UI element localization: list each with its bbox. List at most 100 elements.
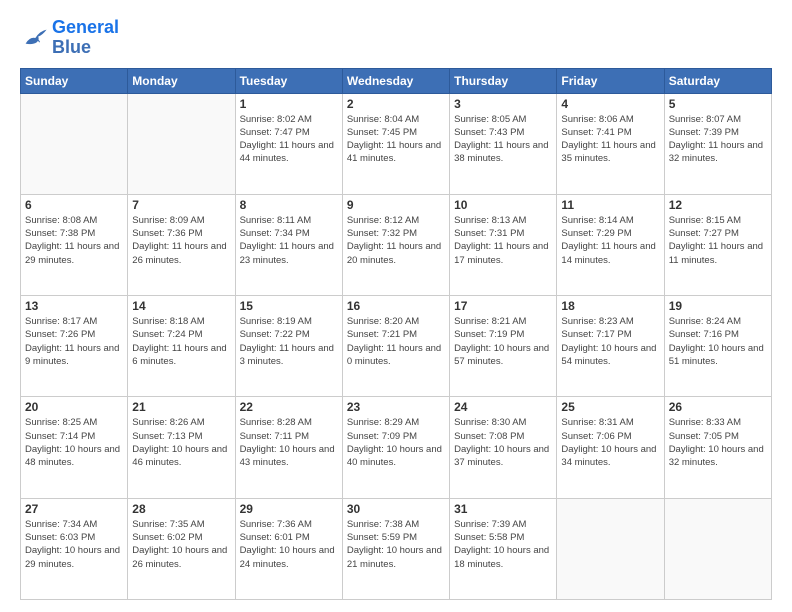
- day-info: Sunrise: 8:08 AM Sunset: 7:38 PM Dayligh…: [25, 214, 123, 267]
- day-info: Sunrise: 7:35 AM Sunset: 6:02 PM Dayligh…: [132, 518, 230, 571]
- calendar-cell: 7 Sunrise: 8:09 AM Sunset: 7:36 PM Daylig…: [128, 194, 235, 295]
- weekday-header: Saturday: [664, 68, 771, 93]
- day-number: 25: [561, 400, 659, 414]
- calendar-cell: 22 Sunrise: 8:28 AM Sunset: 7:11 PM Dayli…: [235, 397, 342, 498]
- day-number: 13: [25, 299, 123, 313]
- logo-bird-icon: [20, 24, 48, 52]
- calendar-cell: 23 Sunrise: 8:29 AM Sunset: 7:09 PM Dayli…: [342, 397, 449, 498]
- day-number: 7: [132, 198, 230, 212]
- calendar-cell: [21, 93, 128, 194]
- calendar-cell: 17Sunrise: 8:21 AM Sunset: 7:19 PM Dayli…: [450, 296, 557, 397]
- calendar-cell: 27 Sunrise: 7:34 AM Sunset: 6:03 PM Dayli…: [21, 498, 128, 599]
- day-number: 1: [240, 97, 338, 111]
- calendar-cell: 9 Sunrise: 8:12 AM Sunset: 7:32 PM Daylig…: [342, 194, 449, 295]
- day-number: 14: [132, 299, 230, 313]
- day-number: 29: [240, 502, 338, 516]
- day-info: Sunrise: 8:05 AM Sunset: 7:43 PM Dayligh…: [454, 113, 552, 166]
- calendar-cell: 20 Sunrise: 8:25 AM Sunset: 7:14 PM Dayli…: [21, 397, 128, 498]
- day-info: Sunrise: 8:02 AM Sunset: 7:47 PM Dayligh…: [240, 113, 338, 166]
- calendar-cell: 26 Sunrise: 8:33 AM Sunset: 7:05 PM Dayli…: [664, 397, 771, 498]
- weekday-header: Friday: [557, 68, 664, 93]
- calendar-cell: 30 Sunrise: 7:38 AM Sunset: 5:59 PM Dayli…: [342, 498, 449, 599]
- weekday-header: Tuesday: [235, 68, 342, 93]
- day-info: Sunrise: 8:28 AM Sunset: 7:11 PM Dayligh…: [240, 416, 338, 469]
- calendar-cell: 28 Sunrise: 7:35 AM Sunset: 6:02 PM Dayli…: [128, 498, 235, 599]
- calendar-cell: 13 Sunrise: 8:17 AM Sunset: 7:26 PM Dayli…: [21, 296, 128, 397]
- day-number: 8: [240, 198, 338, 212]
- day-info: Sunrise: 8:30 AM Sunset: 7:08 PM Dayligh…: [454, 416, 552, 469]
- calendar-cell: 14 Sunrise: 8:18 AM Sunset: 7:24 PM Dayli…: [128, 296, 235, 397]
- day-number: 12: [669, 198, 767, 212]
- page: GeneralBlue SundayMondayTuesdayWednesday…: [0, 0, 792, 612]
- day-number: 27: [25, 502, 123, 516]
- day-info: Sunrise: 8:25 AM Sunset: 7:14 PM Dayligh…: [25, 416, 123, 469]
- day-number: 18: [561, 299, 659, 313]
- day-info: Sunrise: 8:06 AM Sunset: 7:41 PM Dayligh…: [561, 113, 659, 166]
- day-number: 4: [561, 97, 659, 111]
- weekday-header: Thursday: [450, 68, 557, 93]
- day-info: Sunrise: 8:17 AM Sunset: 7:26 PM Dayligh…: [25, 315, 123, 368]
- day-info: Sunrise: 7:39 AM Sunset: 5:58 PM Dayligh…: [454, 518, 552, 571]
- day-number: 6: [25, 198, 123, 212]
- day-info: Sunrise: 8:13 AM Sunset: 7:31 PM Dayligh…: [454, 214, 552, 267]
- day-number: 21: [132, 400, 230, 414]
- day-number: 16: [347, 299, 445, 313]
- day-info: Sunrise: 8:12 AM Sunset: 7:32 PM Dayligh…: [347, 214, 445, 267]
- weekday-header: Monday: [128, 68, 235, 93]
- calendar-cell: 12 Sunrise: 8:15 AM Sunset: 7:27 PM Dayli…: [664, 194, 771, 295]
- day-number: 9: [347, 198, 445, 212]
- day-number: 28: [132, 502, 230, 516]
- calendar-cell: [557, 498, 664, 599]
- day-number: 2: [347, 97, 445, 111]
- day-info: Sunrise: 8:15 AM Sunset: 7:27 PM Dayligh…: [669, 214, 767, 267]
- day-info: Sunrise: 8:29 AM Sunset: 7:09 PM Dayligh…: [347, 416, 445, 469]
- day-info: Sunrise: 8:23 AM Sunset: 7:17 PM Dayligh…: [561, 315, 659, 368]
- calendar-cell: 1 Sunrise: 8:02 AM Sunset: 7:47 PM Daylig…: [235, 93, 342, 194]
- calendar-cell: 18 Sunrise: 8:23 AM Sunset: 7:17 PM Dayli…: [557, 296, 664, 397]
- day-number: 10: [454, 198, 552, 212]
- header: GeneralBlue: [20, 18, 772, 58]
- day-info: Sunrise: 8:33 AM Sunset: 7:05 PM Dayligh…: [669, 416, 767, 469]
- day-info: Sunrise: 8:24 AM Sunset: 7:16 PM Dayligh…: [669, 315, 767, 368]
- calendar-cell: [664, 498, 771, 599]
- calendar-cell: 8 Sunrise: 8:11 AM Sunset: 7:34 PM Daylig…: [235, 194, 342, 295]
- day-number: 24: [454, 400, 552, 414]
- day-number: 19: [669, 299, 767, 313]
- day-info: Sunrise: 7:38 AM Sunset: 5:59 PM Dayligh…: [347, 518, 445, 571]
- day-info: Sunrise: 8:18 AM Sunset: 7:24 PM Dayligh…: [132, 315, 230, 368]
- calendar-cell: 11Sunrise: 8:14 AM Sunset: 7:29 PM Dayli…: [557, 194, 664, 295]
- day-number: 30: [347, 502, 445, 516]
- day-info: Sunrise: 8:26 AM Sunset: 7:13 PM Dayligh…: [132, 416, 230, 469]
- calendar-cell: 6 Sunrise: 8:08 AM Sunset: 7:38 PM Daylig…: [21, 194, 128, 295]
- calendar-cell: 16Sunrise: 8:20 AM Sunset: 7:21 PM Dayli…: [342, 296, 449, 397]
- calendar-table: SundayMondayTuesdayWednesdayThursdayFrid…: [20, 68, 772, 600]
- day-number: 11: [561, 198, 659, 212]
- day-info: Sunrise: 7:34 AM Sunset: 6:03 PM Dayligh…: [25, 518, 123, 571]
- day-info: Sunrise: 8:07 AM Sunset: 7:39 PM Dayligh…: [669, 113, 767, 166]
- calendar-cell: 24 Sunrise: 8:30 AM Sunset: 7:08 PM Dayli…: [450, 397, 557, 498]
- calendar-cell: 3Sunrise: 8:05 AM Sunset: 7:43 PM Daylig…: [450, 93, 557, 194]
- day-number: 22: [240, 400, 338, 414]
- day-number: 23: [347, 400, 445, 414]
- calendar-cell: 2Sunrise: 8:04 AM Sunset: 7:45 PM Daylig…: [342, 93, 449, 194]
- calendar-cell: 5 Sunrise: 8:07 AM Sunset: 7:39 PM Daylig…: [664, 93, 771, 194]
- calendar-cell: 10 Sunrise: 8:13 AM Sunset: 7:31 PM Dayli…: [450, 194, 557, 295]
- day-info: Sunrise: 8:19 AM Sunset: 7:22 PM Dayligh…: [240, 315, 338, 368]
- day-info: Sunrise: 8:11 AM Sunset: 7:34 PM Dayligh…: [240, 214, 338, 267]
- day-number: 26: [669, 400, 767, 414]
- day-number: 5: [669, 97, 767, 111]
- day-info: Sunrise: 8:21 AM Sunset: 7:19 PM Dayligh…: [454, 315, 552, 368]
- weekday-header: Wednesday: [342, 68, 449, 93]
- day-info: Sunrise: 8:31 AM Sunset: 7:06 PM Dayligh…: [561, 416, 659, 469]
- day-info: Sunrise: 7:36 AM Sunset: 6:01 PM Dayligh…: [240, 518, 338, 571]
- calendar-cell: 19 Sunrise: 8:24 AM Sunset: 7:16 PM Dayli…: [664, 296, 771, 397]
- logo: GeneralBlue: [20, 18, 119, 58]
- calendar-cell: 15Sunrise: 8:19 AM Sunset: 7:22 PM Dayli…: [235, 296, 342, 397]
- weekday-header: Sunday: [21, 68, 128, 93]
- day-number: 20: [25, 400, 123, 414]
- calendar-cell: 4 Sunrise: 8:06 AM Sunset: 7:41 PM Daylig…: [557, 93, 664, 194]
- calendar-cell: 31Sunrise: 7:39 AM Sunset: 5:58 PM Dayli…: [450, 498, 557, 599]
- calendar-cell: 29 Sunrise: 7:36 AM Sunset: 6:01 PM Dayli…: [235, 498, 342, 599]
- calendar-cell: 21 Sunrise: 8:26 AM Sunset: 7:13 PM Dayli…: [128, 397, 235, 498]
- day-info: Sunrise: 8:09 AM Sunset: 7:36 PM Dayligh…: [132, 214, 230, 267]
